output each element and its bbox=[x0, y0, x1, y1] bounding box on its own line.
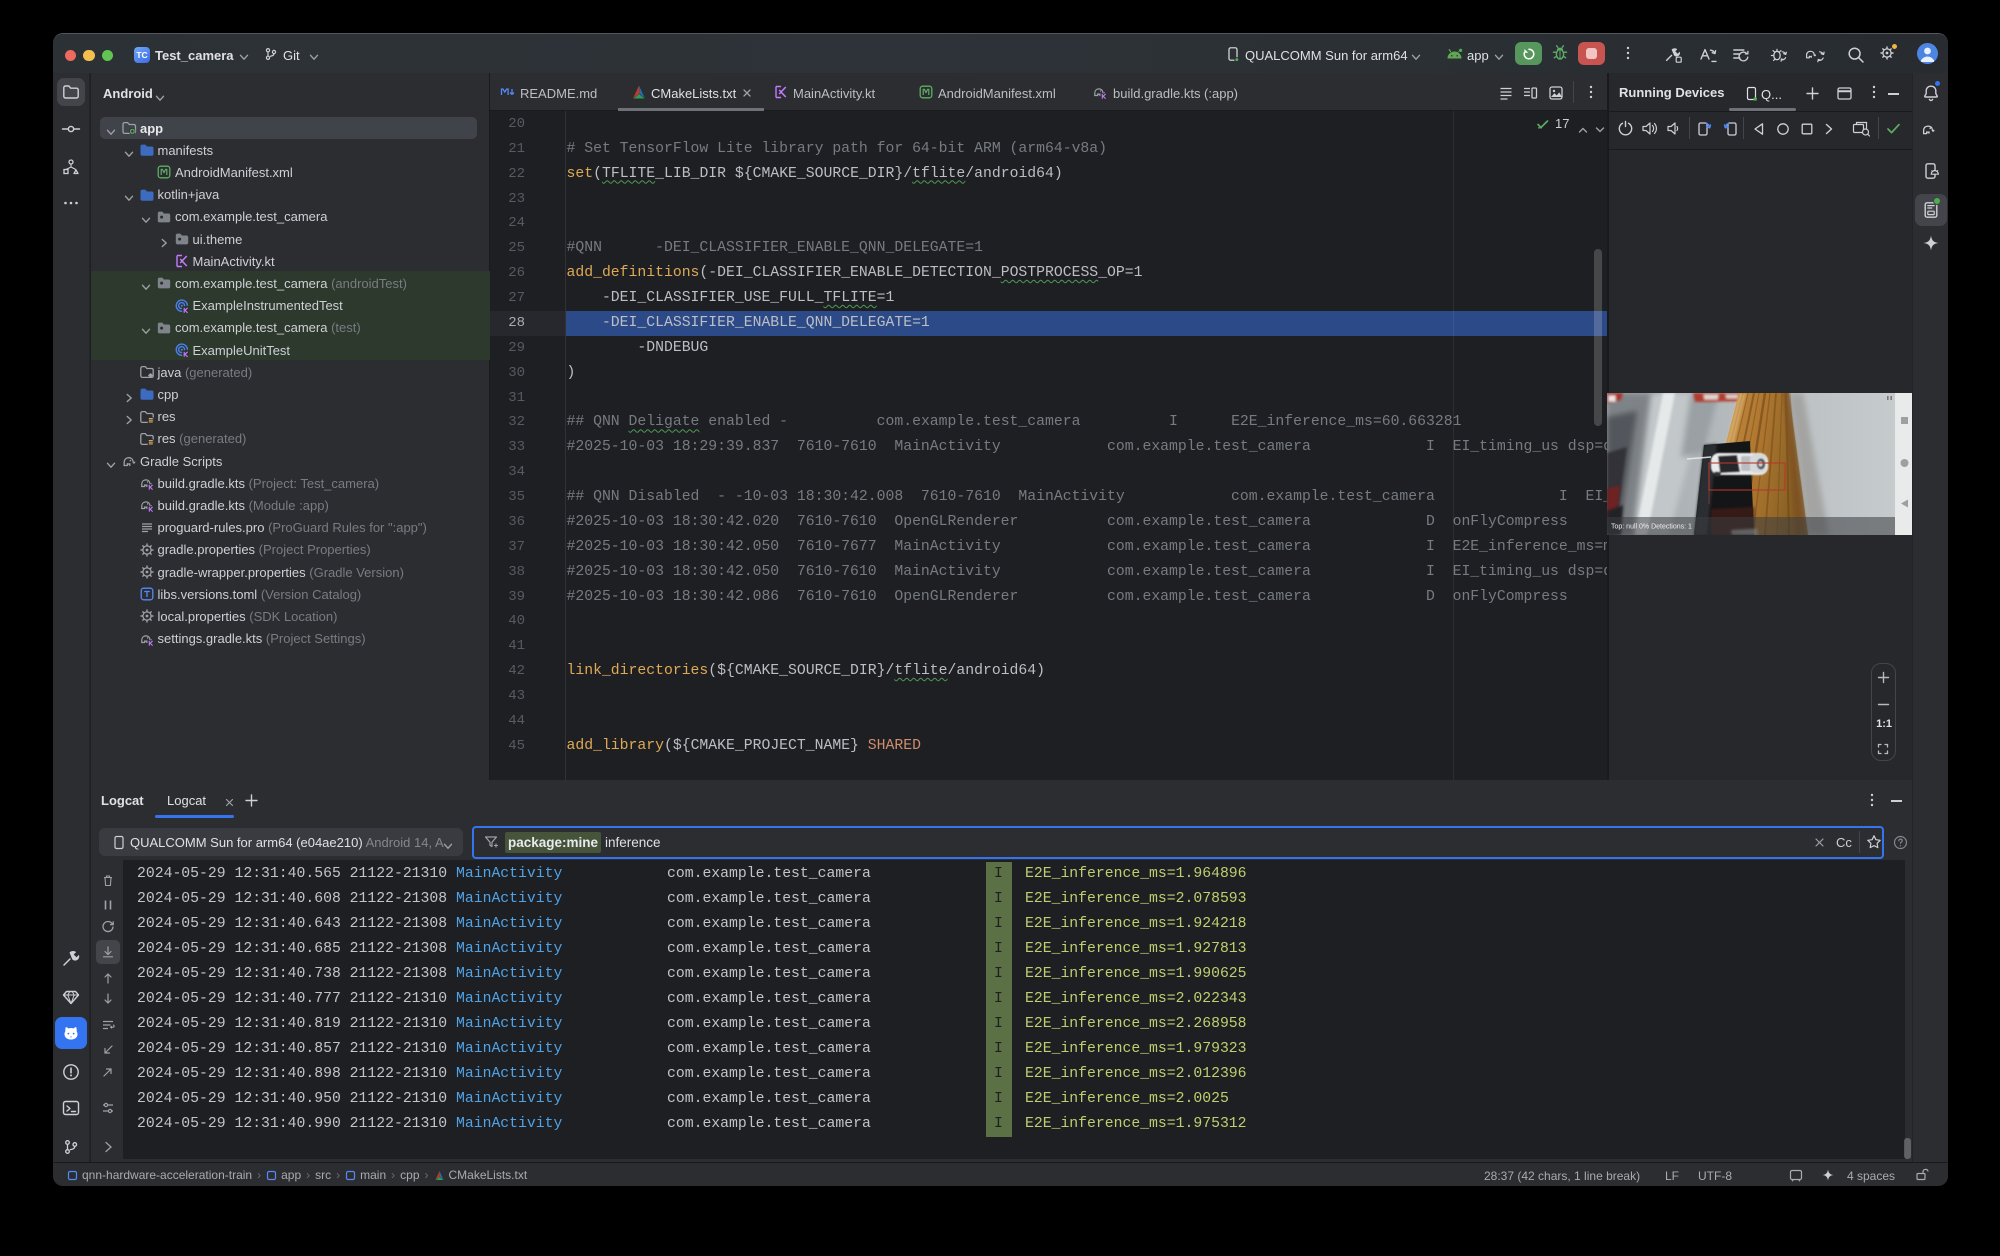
svg-text:Top: null 0% Detections: 1: Top: null 0% Detections: 1 bbox=[1611, 524, 1692, 531]
